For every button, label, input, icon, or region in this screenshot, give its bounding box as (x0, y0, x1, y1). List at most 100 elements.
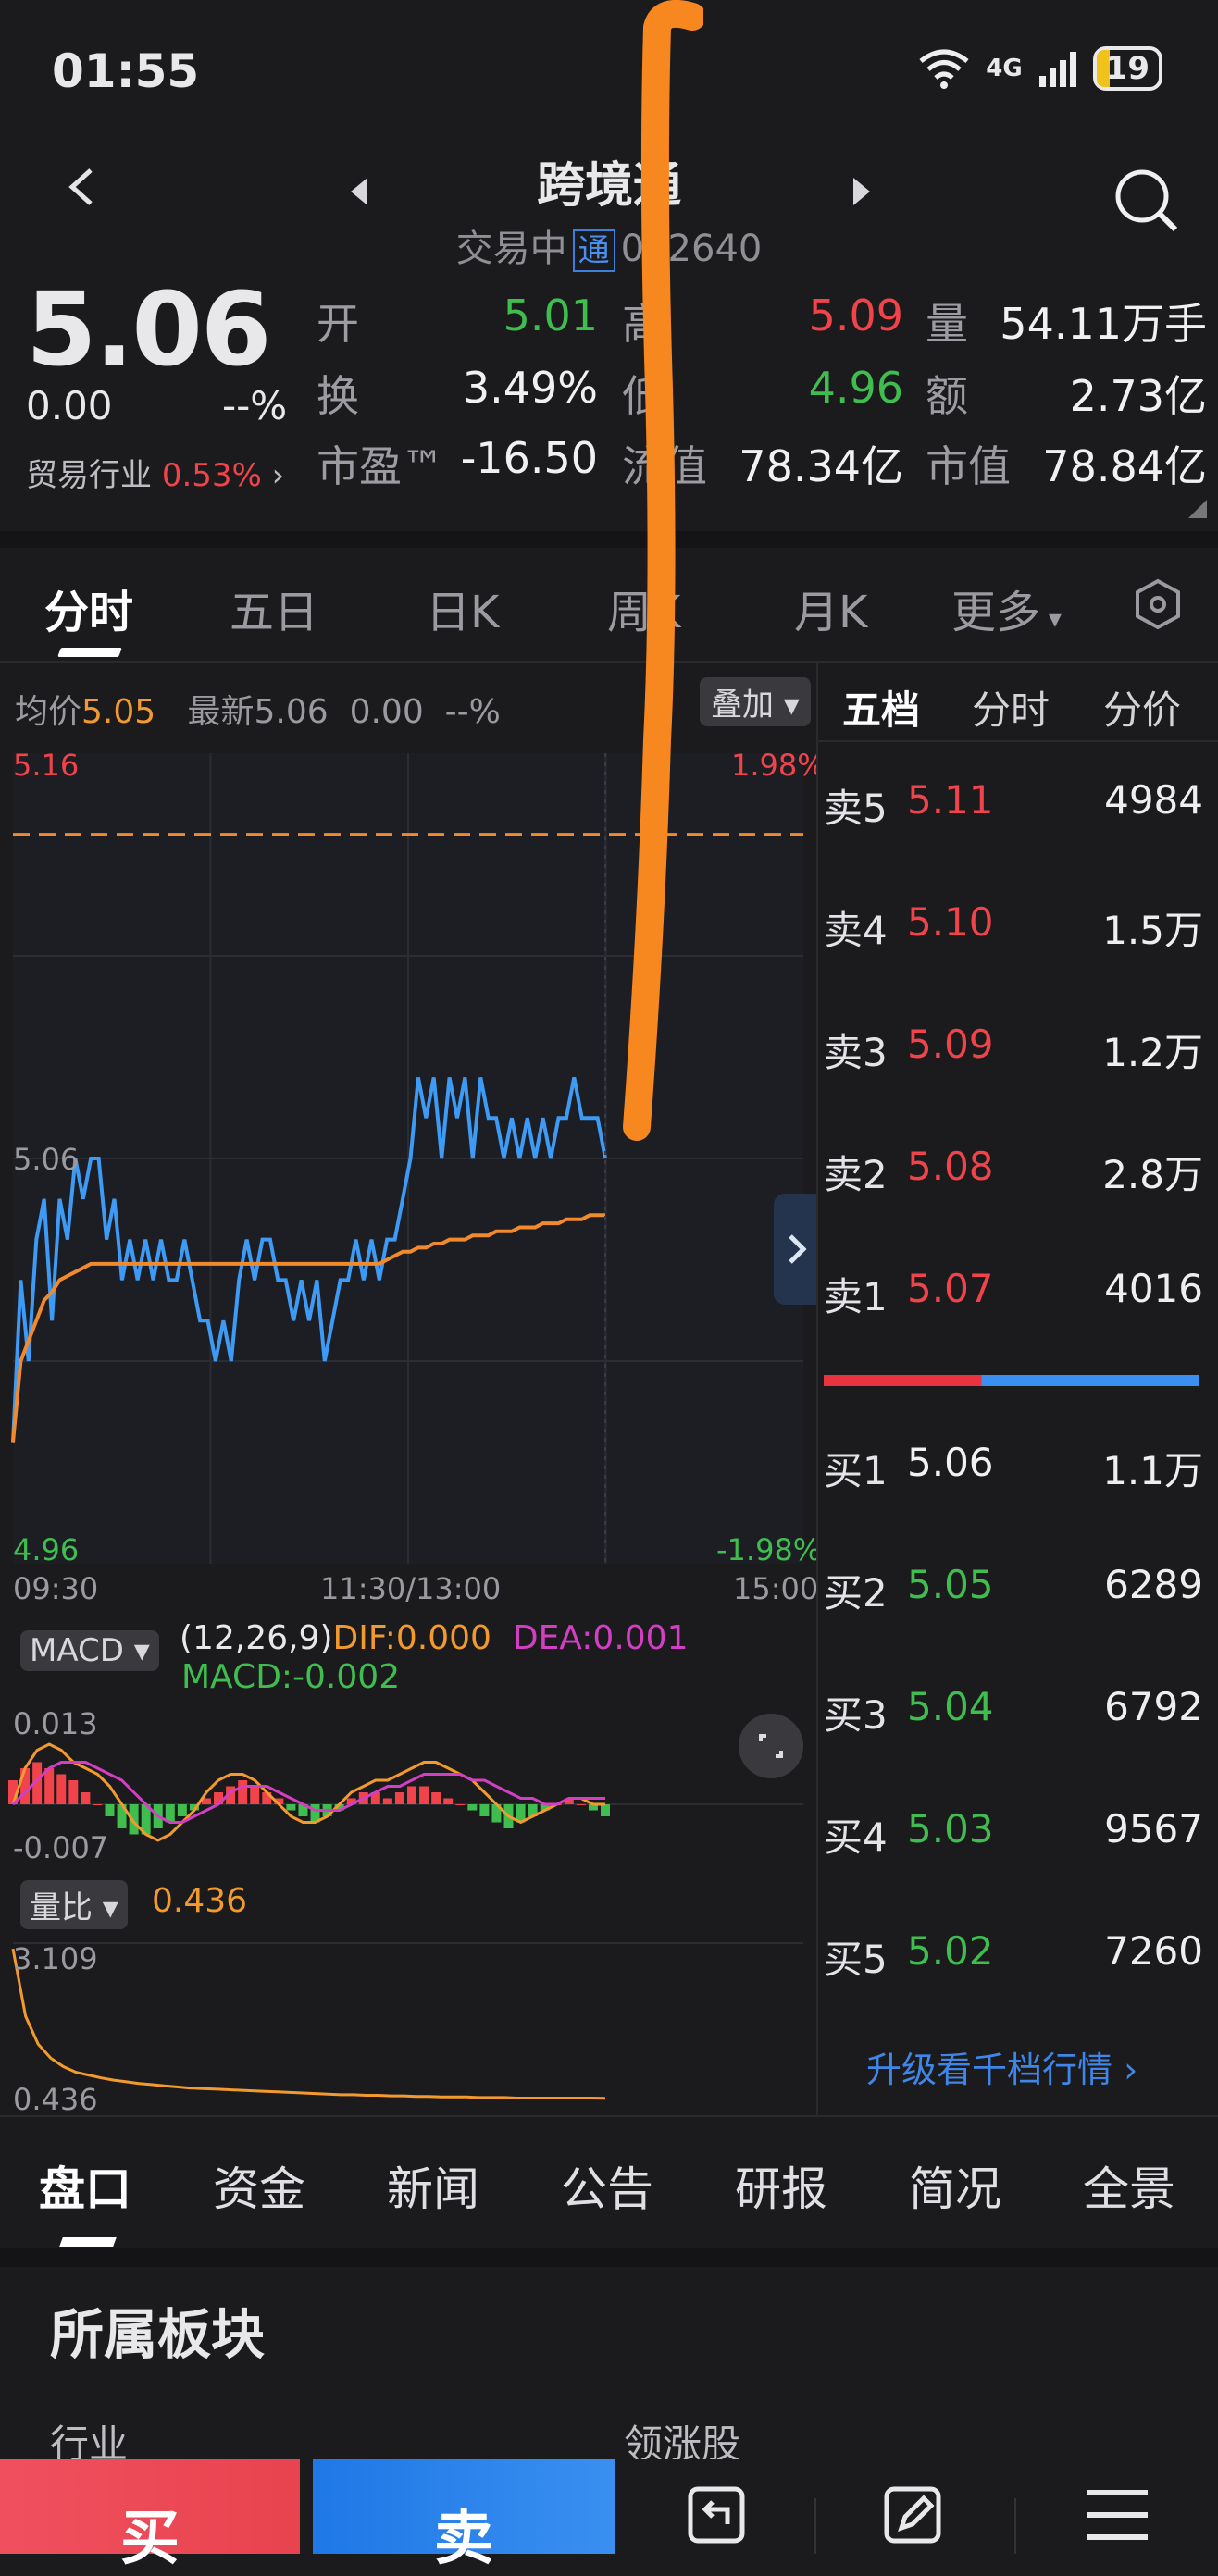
bottom-tab-5[interactable]: 简况 (909, 2152, 1001, 2219)
section-gap (0, 2248, 1218, 2267)
return-arrow-icon[interactable] (685, 2482, 752, 2548)
bid-price: 5.06 (907, 1440, 994, 1485)
ask-label: 卖1 (824, 1274, 888, 1319)
chevron-down-icon: ▾ (1040, 603, 1062, 634)
quote-label: 市值 (926, 441, 1011, 491)
quote-value: 4.96 (808, 363, 903, 413)
section-title: 所属板块 (50, 2303, 266, 2366)
macd-y-top: 0.013 (13, 1706, 98, 1741)
buy-sell-ratio-bar (824, 1375, 1199, 1386)
network-type: 4G (986, 55, 1023, 82)
ask-label: 卖5 (824, 786, 888, 831)
bid-price: 5.04 (907, 1684, 994, 1729)
macd-bar (431, 1792, 441, 1804)
tab-2[interactable]: 日K (426, 576, 499, 640)
ask-label: 卖4 (824, 908, 888, 953)
volume-ratio-chart[interactable] (0, 1930, 816, 2115)
chart-info-row: 均价5.05 最新5.06 0.00 --% (15, 685, 501, 733)
macd-value: MACD:-0.002 (181, 1658, 401, 1696)
macd-bar (93, 1804, 103, 1805)
volume-ratio-value: 0.436 (152, 1882, 248, 1920)
search-icon[interactable] (1111, 165, 1181, 235)
overlay-label: 叠加 (711, 687, 774, 724)
bottom-tab-0[interactable]: 盘口 (39, 2152, 131, 2219)
order-book-tab-0[interactable]: 五档 (842, 679, 920, 736)
bottom-tab-6[interactable]: 全景 (1083, 2152, 1175, 2219)
tab-1[interactable]: 五日 (230, 576, 318, 640)
macd-bar (56, 1774, 67, 1804)
bottom-tab-2[interactable]: 新闻 (387, 2152, 479, 2219)
ask-volume: 2.8万 (1102, 1152, 1203, 1197)
bottom-tab-underline (59, 2237, 117, 2247)
bottom-tab-4[interactable]: 研报 (735, 2152, 827, 2219)
macd-chart[interactable] (0, 1703, 816, 1869)
macd-params-row: (12,26,9)DIF:0.000 DEA:0.001 (180, 1619, 689, 1657)
macd-bar (44, 1768, 55, 1804)
bid-label: 买3 (824, 1692, 888, 1738)
bid-volume: 6289 (1104, 1562, 1203, 1607)
expand-panel-button[interactable] (774, 1194, 818, 1305)
vr-y-bottom: 0.436 (13, 2082, 98, 2117)
latest-value: 5.06 (254, 693, 329, 731)
tab-4[interactable]: 月K (794, 576, 867, 640)
volume-ratio-button[interactable]: 量比 ▾ (20, 1880, 128, 1929)
vr-y-top: 3.109 (13, 1941, 98, 1976)
bottom-tab-1[interactable]: 资金 (213, 2152, 305, 2219)
volume-ratio-line (11, 1948, 606, 2100)
order-book-tab-1[interactable]: 分时 (972, 679, 1050, 736)
bottom-tab-3[interactable]: 公告 (561, 2152, 653, 2219)
overlay-button[interactable]: 叠加 ▾ (700, 677, 811, 726)
fullscreen-icon[interactable] (739, 1714, 803, 1778)
quote-label: 量 (926, 299, 968, 349)
tab-5[interactable]: 更多 ▾ (951, 576, 1062, 640)
ask-volume: 1.5万 (1102, 908, 1203, 953)
industry-label: 贸易行业 (26, 457, 152, 494)
macd-bar (68, 1780, 79, 1804)
macd-bar (382, 1798, 392, 1804)
sell-label: 卖 (434, 2505, 493, 2573)
ask-label: 卖2 (824, 1152, 888, 1197)
tab-0[interactable]: 分时 (44, 576, 133, 640)
ratio-bar-buy (824, 1375, 982, 1386)
macd-dif: DIF:0.000 (332, 1619, 491, 1657)
order-book-panel (816, 663, 1218, 2115)
y-tick-top: 5.16 (13, 748, 80, 783)
bid-label: 买5 (824, 1937, 888, 1982)
bid-label: 买2 (824, 1570, 888, 1616)
macd-bar (407, 1786, 417, 1804)
macd-bar (81, 1792, 91, 1804)
ratio-bar-sell (981, 1375, 1199, 1386)
macd-bar (479, 1804, 490, 1816)
bid-row: 买4 5.03 9567 (824, 1806, 1203, 1862)
ask-row: 卖3 5.09 1.2万 (824, 1022, 1203, 1077)
macd-bar (576, 1804, 586, 1805)
macd-dif-line (11, 1742, 605, 1842)
action-divider (1014, 2498, 1016, 2554)
avg-value: 5.05 (81, 693, 156, 731)
macd-bar (177, 1804, 187, 1816)
quote-label: 市盈™ (317, 441, 444, 491)
buy-button[interactable]: 买 (0, 2459, 300, 2573)
upgrade-depth-link[interactable]: 升级看千档行情 › (866, 2041, 1137, 2092)
trading-state: 交易中 (455, 228, 567, 270)
wifi-icon (919, 49, 969, 89)
bid-row: 买2 5.05 6289 (824, 1562, 1203, 1617)
macd-bar (105, 1804, 115, 1816)
corner-triangle-icon (1188, 500, 1207, 518)
bid-label: 买4 (824, 1814, 888, 1860)
quote-value: 78.34亿 (739, 441, 903, 491)
menu-icon[interactable] (1083, 2485, 1151, 2545)
industry-link[interactable]: 贸易行业 0.53% › (26, 450, 284, 495)
macd-bar (467, 1804, 478, 1811)
sell-button[interactable]: 卖 (313, 2459, 615, 2573)
status-time: 01:55 (52, 44, 200, 98)
macd-indicator-button[interactable]: MACD ▾ (20, 1630, 159, 1671)
bid-volume: 7260 (1104, 1928, 1203, 1974)
quote-value: 2.73亿 (1069, 371, 1207, 421)
ask-row: 卖4 5.10 1.5万 (824, 899, 1203, 955)
order-book-tab-2[interactable]: 分价 (1103, 679, 1181, 736)
edit-icon[interactable] (881, 2482, 948, 2548)
y-tick-mid: 5.06 (13, 1142, 80, 1177)
macd-bar (394, 1792, 404, 1804)
settings-hexagon-icon[interactable] (1131, 577, 1185, 631)
